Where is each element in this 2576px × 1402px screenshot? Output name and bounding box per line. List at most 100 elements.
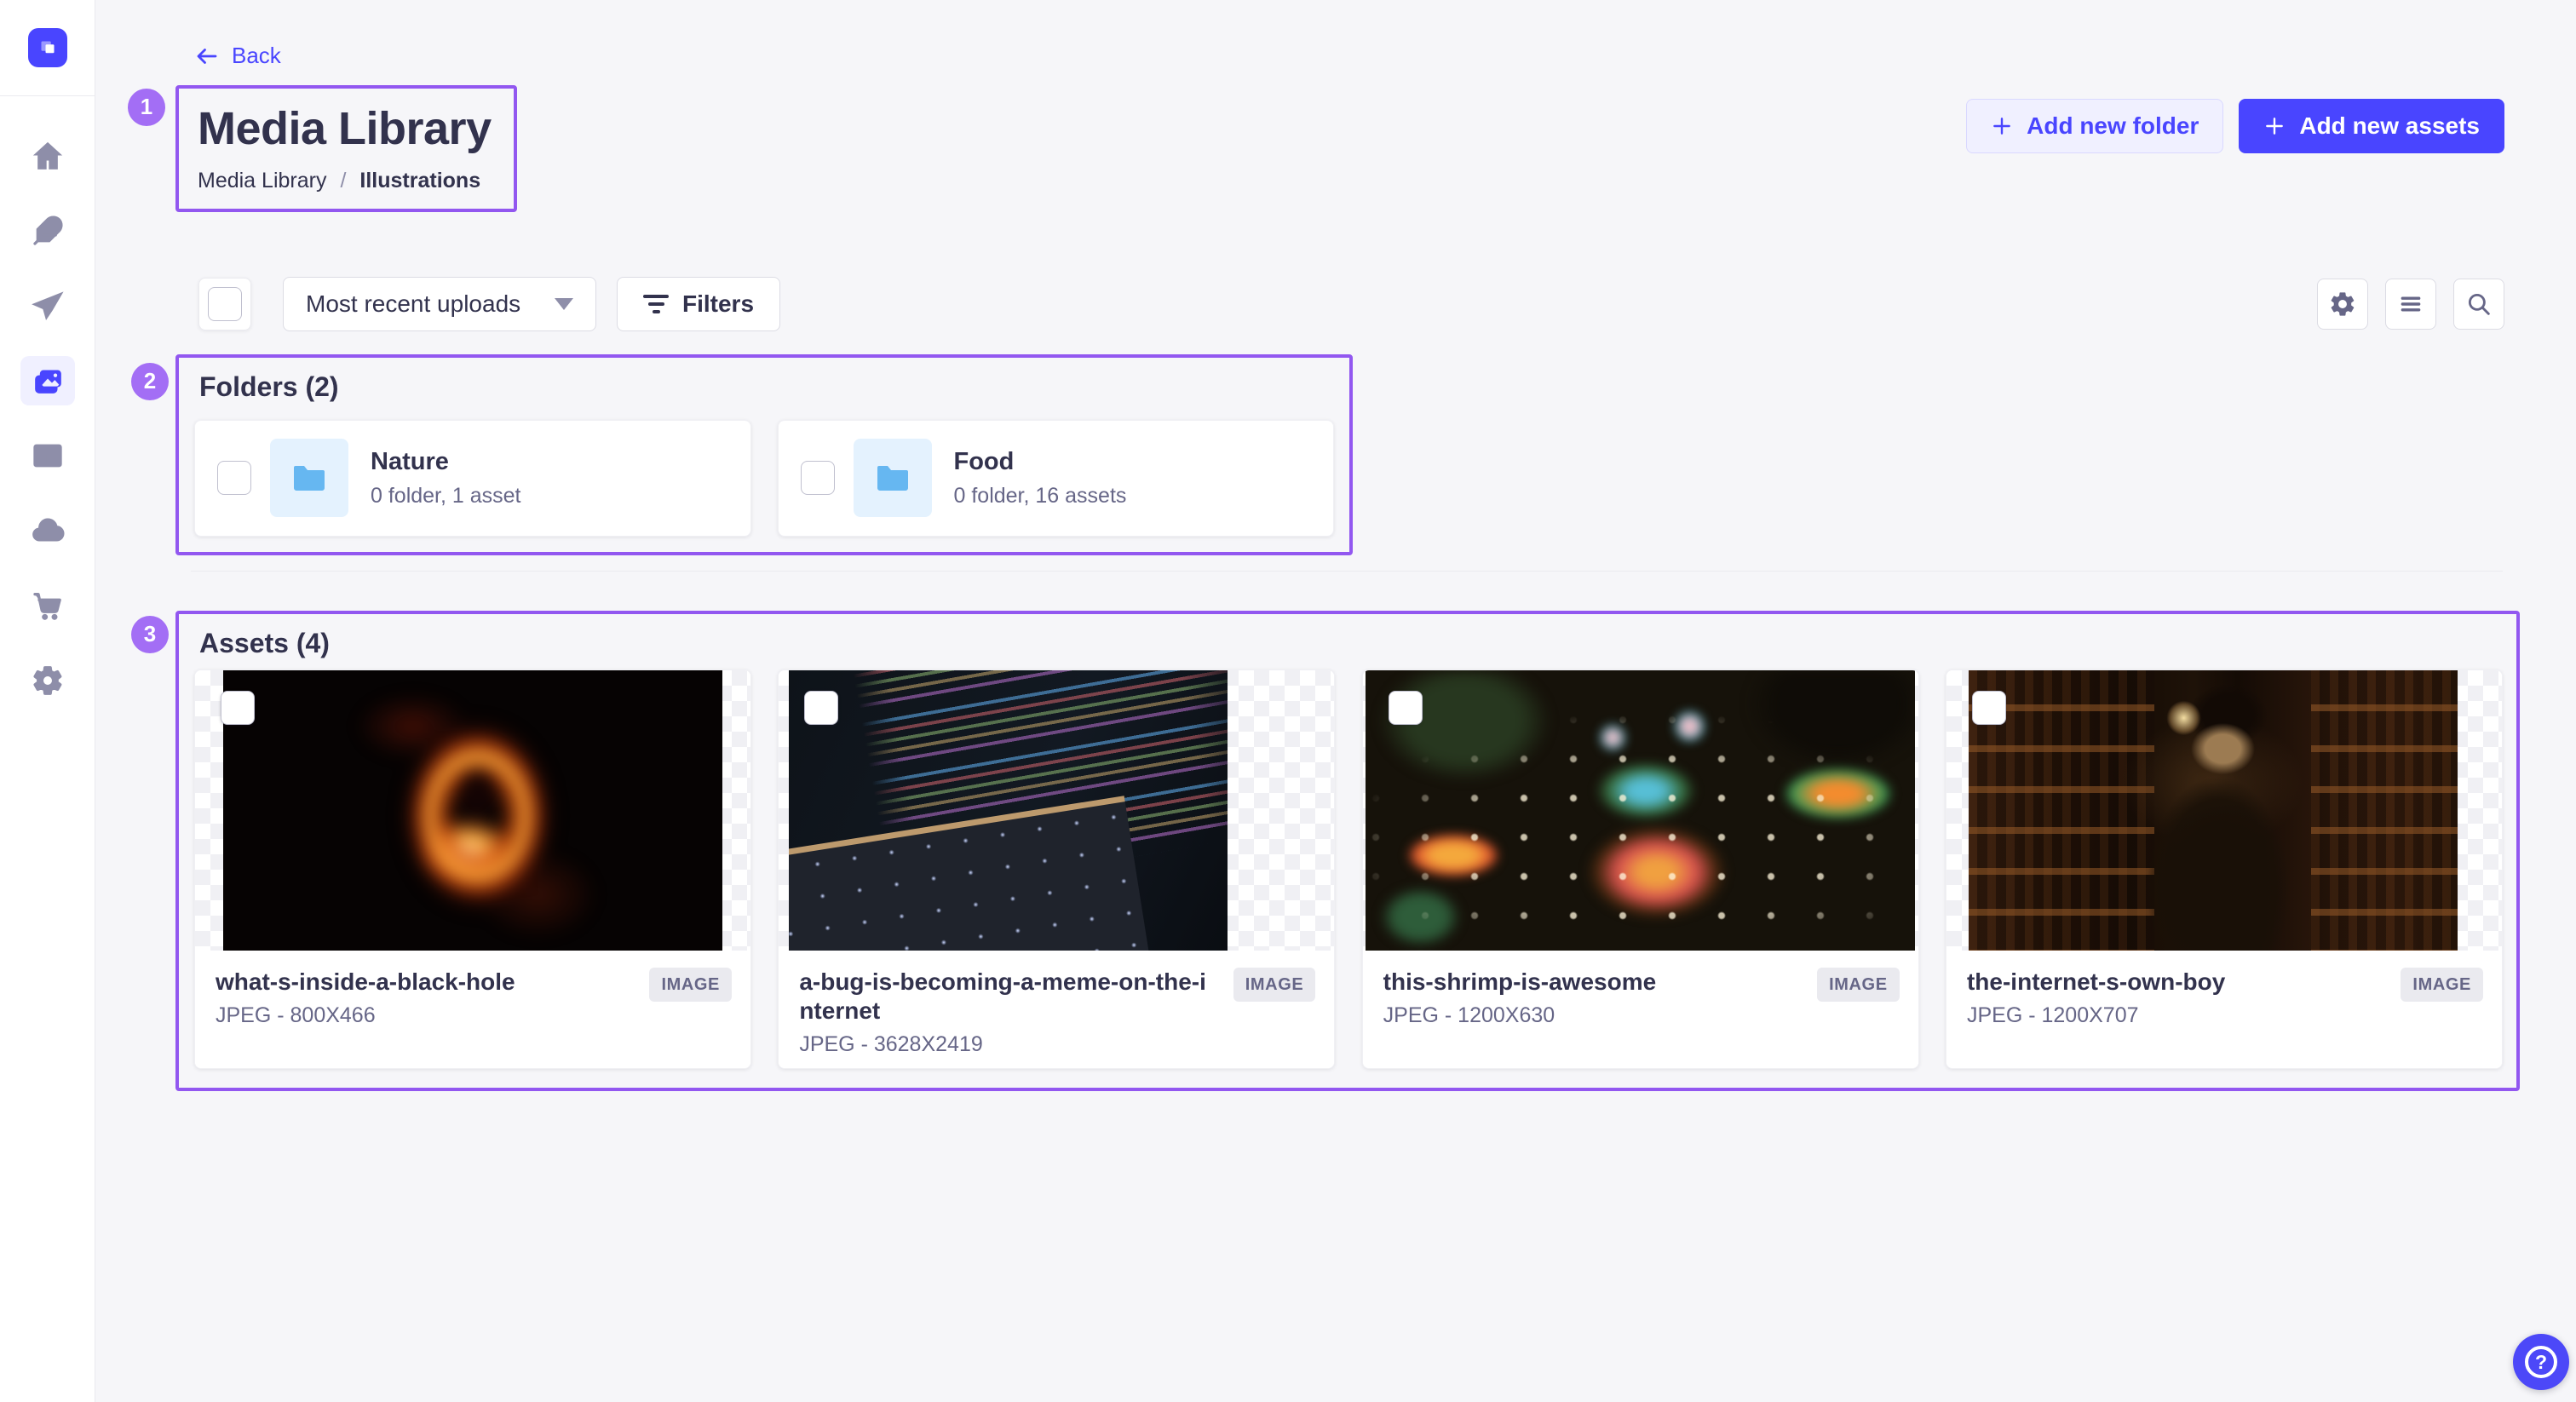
plus-icon (1991, 115, 2013, 137)
cloud-icon (31, 514, 65, 548)
add-new-folder-label: Add new folder (2027, 112, 2199, 140)
asset-thumbnail-area (779, 670, 1334, 951)
search-icon (2464, 290, 2493, 319)
asset-meta: JPEG - 800X466 (216, 1003, 635, 1028)
folder-icon-wrap (270, 439, 348, 517)
asset-checkbox[interactable] (1389, 691, 1423, 725)
breadcrumb-separator: / (340, 169, 346, 193)
asset-name: a-bug-is-becoming-a-meme-on-the-internet (799, 968, 1219, 1026)
folder-meta: 0 folder, 1 asset (371, 484, 521, 509)
sort-select-value: Most recent uploads (306, 290, 520, 318)
asset-checkbox[interactable] (804, 691, 838, 725)
breadcrumb: Media Library / Illustrations (198, 169, 492, 193)
folders-section-title: Folders (2) (199, 371, 1334, 403)
asset-image-code-laptop (789, 670, 1228, 951)
sidebar-nav (0, 118, 95, 718)
chevron-down-icon (555, 298, 573, 310)
search-button[interactable] (2453, 279, 2504, 330)
asset-thumbnail-area (195, 670, 750, 951)
annotation-badge-2: 2 (131, 363, 169, 400)
plus-icon (2263, 115, 2286, 137)
asset-name: what-s-inside-a-black-hole (216, 968, 635, 997)
sidebar-item-home[interactable] (0, 118, 95, 193)
asset-thumbnail-area (1363, 670, 1918, 951)
folder-icon-wrap (854, 439, 932, 517)
list-icon (2396, 290, 2425, 319)
folder-name: Nature (371, 448, 521, 476)
folder-card-food[interactable]: Food 0 folder, 16 assets (778, 420, 1335, 537)
assets-section-title: Assets (4) (199, 628, 2503, 659)
gear-icon (31, 664, 65, 698)
folder-name: Food (954, 448, 1127, 476)
sidebar-item-marketplace[interactable] (0, 568, 95, 643)
list-view-button[interactable] (2385, 279, 2436, 330)
sidebar-item-content[interactable] (0, 193, 95, 268)
asset-type-badge: IMAGE (2401, 968, 2483, 1002)
feather-icon (31, 214, 65, 248)
sort-select[interactable]: Most recent uploads (283, 277, 596, 331)
add-new-assets-label: Add new assets (2299, 112, 2480, 140)
sidebar-item-releases[interactable] (0, 268, 95, 343)
back-label: Back (232, 43, 281, 69)
sidebar (0, 0, 95, 1402)
asset-type-badge: IMAGE (1233, 968, 1316, 1002)
sidebar-item-settings[interactable] (0, 643, 95, 718)
asset-meta: JPEG - 1200X707 (1967, 1003, 2387, 1028)
breadcrumb-current: Illustrations (359, 169, 480, 193)
home-icon (31, 139, 65, 173)
strapi-logo-glyph (35, 35, 60, 60)
asset-card-shrimp[interactable]: this-shrimp-is-awesome JPEG - 1200X630 I… (1362, 669, 1919, 1069)
asset-meta: JPEG - 3628X2419 (799, 1032, 1219, 1057)
asset-image-black-hole (223, 670, 723, 951)
folder-icon (289, 457, 330, 498)
filters-label: Filters (682, 290, 754, 318)
add-new-folder-button[interactable]: Add new folder (1966, 99, 2223, 153)
annotation-box-1: 1 Media Library Media Library / Illustra… (175, 85, 517, 212)
folder-checkbox[interactable] (801, 461, 835, 495)
asset-thumbnail-area (1946, 670, 2502, 951)
question-mark-icon: ? (2525, 1346, 2557, 1378)
cart-icon (31, 589, 65, 623)
paper-plane-icon (31, 289, 65, 323)
arrow-left-icon (194, 43, 220, 69)
select-all-checkbox-card[interactable] (198, 278, 251, 330)
main-content: Back 1 Media Library Media Library / Ill… (95, 0, 2576, 1091)
folder-meta: 0 folder, 16 assets (954, 484, 1127, 509)
asset-checkbox[interactable] (221, 691, 255, 725)
asset-card-black-hole[interactable]: what-s-inside-a-black-hole JPEG - 800X46… (194, 669, 751, 1069)
page-title: Media Library (198, 102, 492, 155)
asset-name: this-shrimp-is-awesome (1383, 968, 1803, 997)
folders-section: 2 Folders (2) Nature 0 folder, 1 asset (175, 354, 1353, 555)
asset-type-badge: IMAGE (649, 968, 732, 1002)
sidebar-item-media-library[interactable] (0, 343, 95, 418)
select-all-checkbox[interactable] (208, 287, 242, 321)
section-divider (191, 571, 2503, 572)
breadcrumb-root[interactable]: Media Library (198, 169, 326, 193)
filters-button[interactable]: Filters (617, 277, 780, 331)
toolbar: Most recent uploads Filters (172, 277, 2504, 331)
view-settings-button[interactable] (2317, 279, 2368, 330)
folder-card-nature[interactable]: Nature 0 folder, 1 asset (194, 420, 751, 537)
gear-icon (2328, 290, 2357, 319)
strapi-logo-icon[interactable] (28, 28, 67, 67)
folder-icon (872, 457, 913, 498)
asset-name: the-internet-s-own-boy (1967, 968, 2387, 997)
asset-card-internets-own-boy[interactable]: the-internet-s-own-boy JPEG - 1200X707 I… (1946, 669, 2503, 1069)
filter-icon (643, 295, 669, 313)
asset-type-badge: IMAGE (1817, 968, 1900, 1002)
asset-checkbox[interactable] (1972, 691, 2006, 725)
logo-cell (0, 0, 95, 96)
media-library-icon (31, 364, 65, 398)
asset-card-bug-meme[interactable]: a-bug-is-becoming-a-meme-on-the-internet… (778, 669, 1335, 1069)
assets-section: 3 Assets (4) what-s-inside-a-black-hole … (175, 611, 2520, 1091)
add-new-assets-button[interactable]: Add new assets (2239, 99, 2504, 153)
sidebar-item-content-manager[interactable] (0, 418, 95, 493)
annotation-badge-3: 3 (131, 616, 169, 653)
sidebar-item-cloud[interactable] (0, 493, 95, 568)
annotation-badge-1: 1 (128, 89, 165, 126)
back-link[interactable]: Back (194, 43, 281, 69)
help-button[interactable]: ? (2513, 1334, 2569, 1390)
asset-image-library-portrait (1969, 670, 2458, 951)
asset-meta: JPEG - 1200X630 (1383, 1003, 1803, 1028)
folder-checkbox[interactable] (217, 461, 251, 495)
